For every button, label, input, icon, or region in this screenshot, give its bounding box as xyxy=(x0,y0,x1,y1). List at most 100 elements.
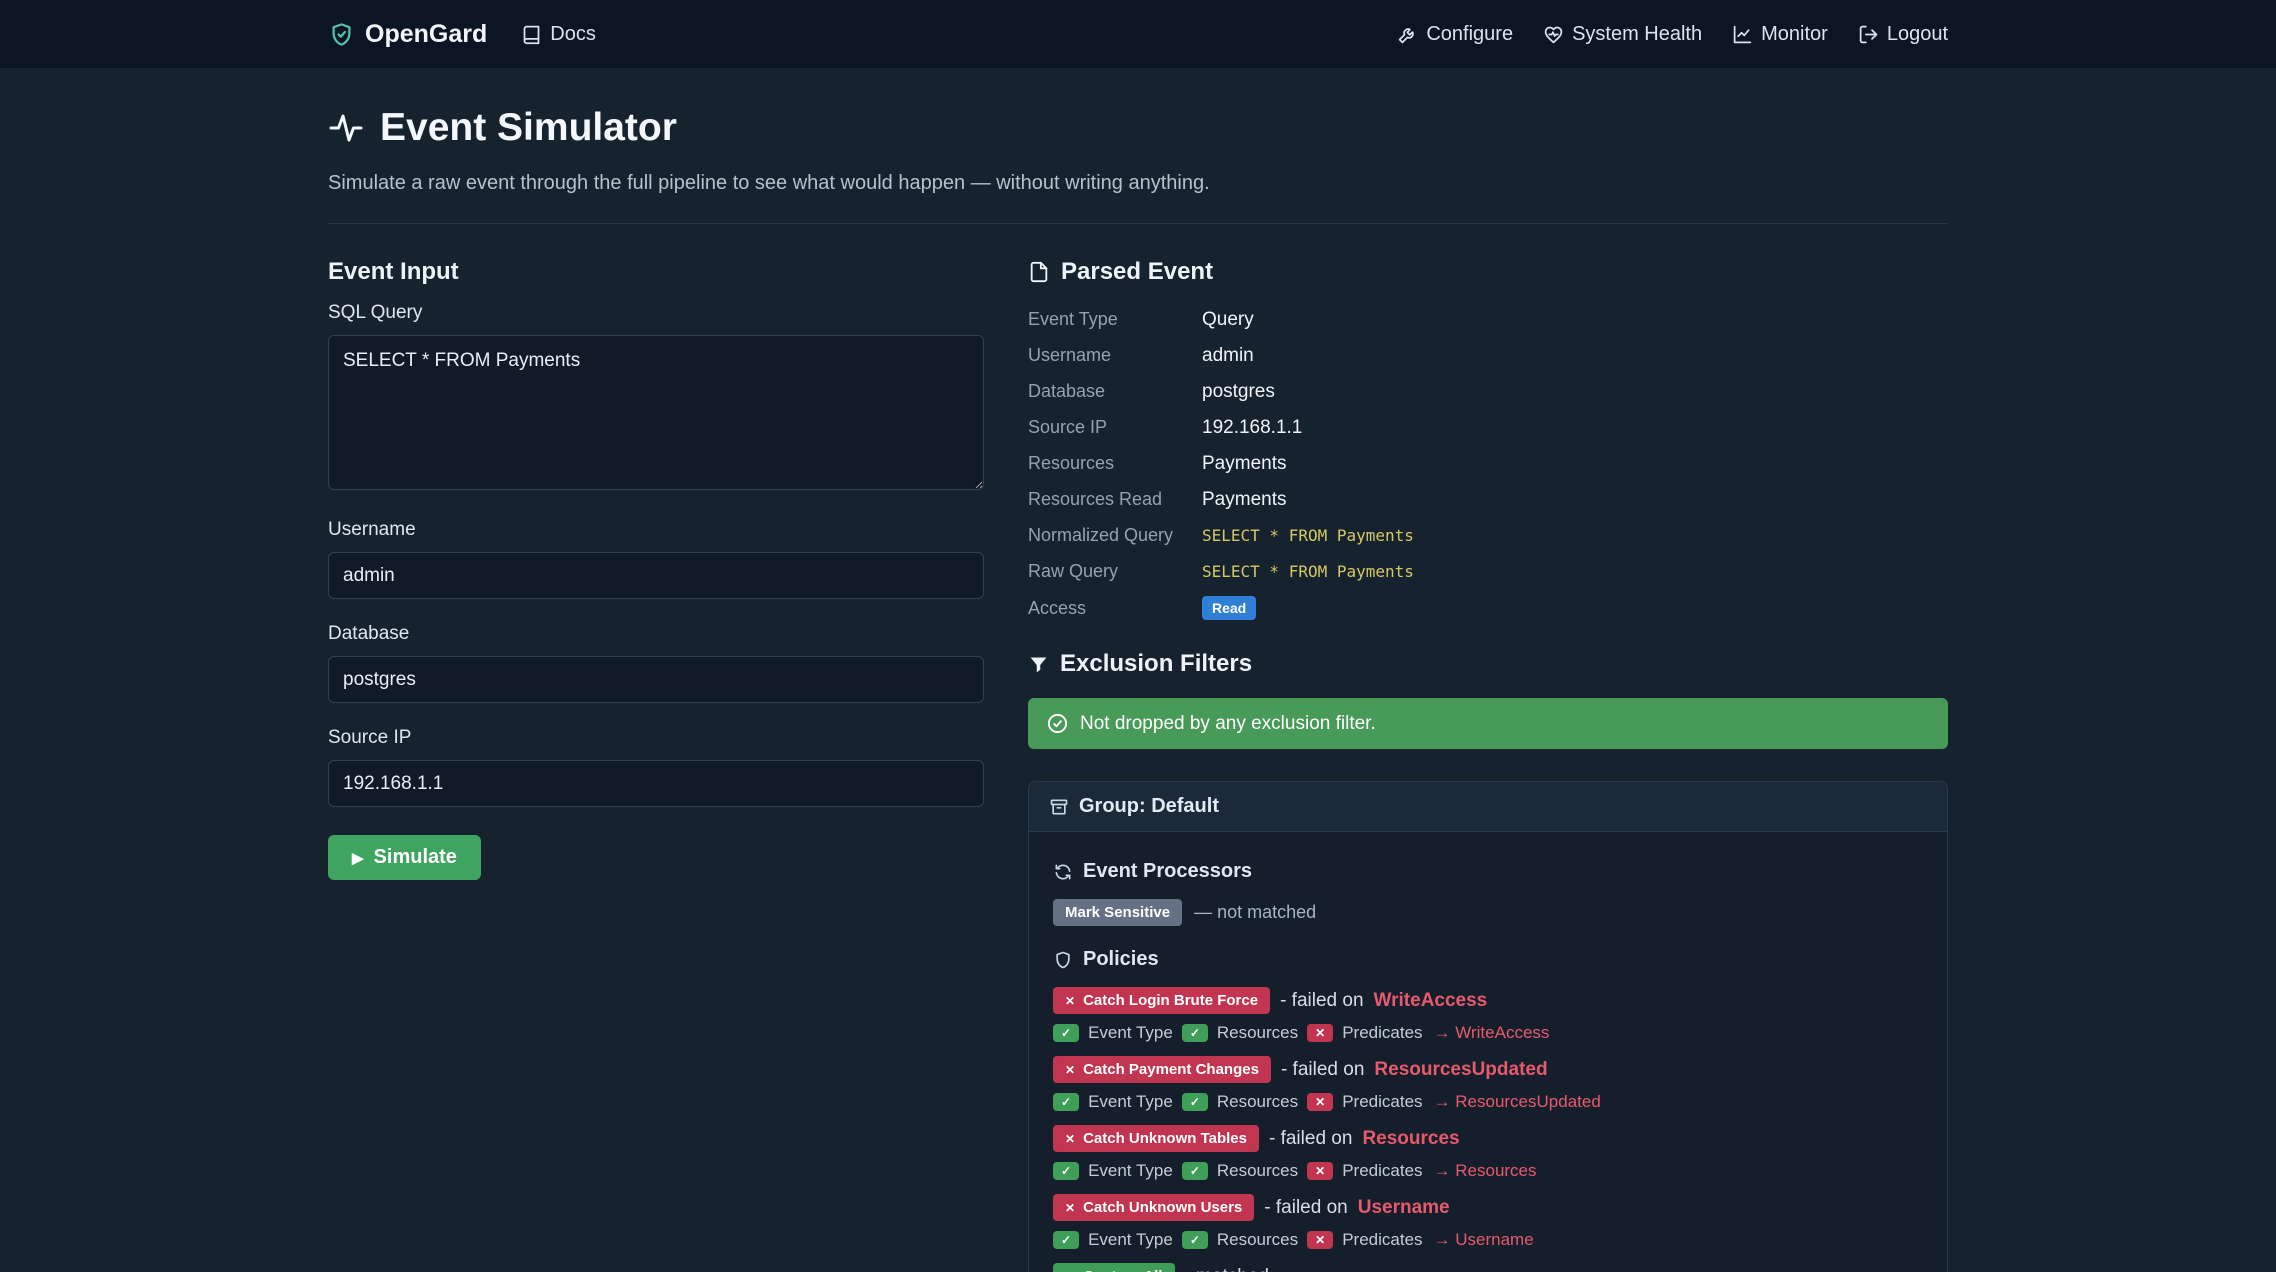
exclusion-banner-text: Not dropped by any exclusion filter. xyxy=(1080,713,1376,735)
check-pass-icon: ✓ xyxy=(1053,1231,1079,1249)
check-pass-icon: ✓ xyxy=(1182,1231,1208,1249)
book-icon xyxy=(521,24,542,45)
check-pass-icon: ✓ xyxy=(1182,1024,1208,1042)
cross-icon: ✕ xyxy=(1065,1063,1075,1077)
policies-heading: Policies xyxy=(1053,948,1923,971)
source-ip-label: Source IP xyxy=(328,727,984,749)
nav-logout[interactable]: Logout xyxy=(1858,23,1948,46)
username-input[interactable] xyxy=(328,552,984,599)
nav-docs[interactable]: Docs xyxy=(521,23,596,46)
nav-monitor[interactable]: Monitor xyxy=(1732,23,1828,46)
failed-on-target: WriteAccess xyxy=(1374,990,1488,1012)
nav-logout-label: Logout xyxy=(1887,23,1948,46)
navbar: OpenGard Docs Configure System Health xyxy=(0,0,2276,68)
simulate-button-label: Simulate xyxy=(374,846,457,869)
nav-system-health[interactable]: System Health xyxy=(1543,23,1702,46)
kv-row-event-type: Event Type Query xyxy=(1028,308,1948,331)
cross-icon: ✕ xyxy=(1065,994,1075,1008)
check-fail-icon: ✕ xyxy=(1307,1162,1333,1180)
failed-on-target: ResourcesUpdated xyxy=(1374,1059,1547,1081)
event-input-section: Event Input SQL Query SELECT * FROM Paym… xyxy=(328,258,984,880)
kv-row-source-ip: Source IP 192.168.1.1 xyxy=(1028,416,1948,439)
event-processors-heading: Event Processors xyxy=(1053,860,1923,883)
policy-badge-failed: ✕ Catch Payment Changes xyxy=(1053,1056,1271,1083)
file-icon xyxy=(1028,261,1050,283)
divider xyxy=(328,223,1948,224)
policy-row: ✓ Capture All - matched xyxy=(1053,1263,1923,1272)
funnel-icon xyxy=(1028,654,1049,675)
heart-pulse-icon xyxy=(1543,24,1564,45)
box-icon xyxy=(1049,797,1069,817)
policy-badge-matched: ✓ Capture All xyxy=(1053,1263,1175,1272)
check-circle-icon xyxy=(1046,712,1069,735)
kv-row-resources: Resources Payments xyxy=(1028,452,1948,475)
database-label: Database xyxy=(328,623,984,645)
policy-row: ✕ Catch Payment Changes - failed on Reso… xyxy=(1053,1056,1923,1112)
page-title: Event Simulator xyxy=(380,106,677,150)
parsed-event-heading: Parsed Event xyxy=(1028,258,1948,286)
nav-docs-label: Docs xyxy=(550,23,596,46)
kv-row-access: Access Read xyxy=(1028,596,1948,620)
processor-badge: Mark Sensitive xyxy=(1053,899,1182,926)
check-pass-icon: ✓ xyxy=(1182,1093,1208,1111)
policy-checks: ✓ Event Type ✓ Resources ✕ Predicates → … xyxy=(1053,1161,1923,1181)
check-pass-icon: ✓ xyxy=(1053,1093,1079,1111)
policy-row: ✕ Catch Unknown Tables - failed on Resou… xyxy=(1053,1125,1923,1181)
main-content: Event Simulator Simulate a raw event thr… xyxy=(328,106,1948,1272)
logout-icon xyxy=(1858,24,1879,45)
policy-checks: ✓ Event Type ✓ Resources ✕ Predicates → … xyxy=(1053,1230,1923,1250)
policy-row: ✕ Catch Unknown Users - failed on Userna… xyxy=(1053,1194,1923,1250)
arrow-target: → Username xyxy=(1434,1230,1534,1250)
brand-label: OpenGard xyxy=(365,20,487,49)
check-pass-icon: ✓ xyxy=(1182,1162,1208,1180)
group-card-header: Group: Default xyxy=(1029,782,1947,832)
policy-badge-failed: ✕ Catch Unknown Tables xyxy=(1053,1125,1259,1152)
kv-row-normalized-query: Normalized Query SELECT * FROM Payments xyxy=(1028,524,1948,547)
brand-link[interactable]: OpenGard xyxy=(328,20,487,49)
arrow-target: → WriteAccess xyxy=(1434,1023,1550,1043)
wrench-icon xyxy=(1397,24,1418,45)
shield-logo-icon xyxy=(328,21,355,48)
results-section: Parsed Event Event Type Query Username a… xyxy=(1028,258,1948,1272)
activity-icon xyxy=(328,110,364,146)
kv-row-database: Database postgres xyxy=(1028,380,1948,403)
failed-on-target: Username xyxy=(1358,1197,1450,1219)
policy-row: ✕ Catch Login Brute Force - failed on Wr… xyxy=(1053,987,1923,1043)
source-ip-input[interactable] xyxy=(328,760,984,807)
page-subtitle: Simulate a raw event through the full pi… xyxy=(328,172,1948,195)
policy-checks: ✓ Event Type ✓ Resources ✕ Predicates → … xyxy=(1053,1092,1923,1112)
cross-icon: ✕ xyxy=(1065,1132,1075,1146)
group-card: Group: Default Event Processors Mark Sen… xyxy=(1028,781,1948,1272)
access-badge: Read xyxy=(1202,596,1256,620)
policy-badge-failed: ✕ Catch Login Brute Force xyxy=(1053,987,1270,1014)
parsed-event-table: Event Type Query Username admin Database… xyxy=(1028,308,1948,620)
kv-row-username: Username admin xyxy=(1028,344,1948,367)
nav-system-health-label: System Health xyxy=(1572,23,1702,46)
simulate-button[interactable]: ▶ Simulate xyxy=(328,835,481,880)
refresh-icon xyxy=(1053,862,1073,882)
chart-icon xyxy=(1732,24,1753,45)
username-label: Username xyxy=(328,519,984,541)
check-fail-icon: ✕ xyxy=(1307,1231,1333,1249)
check-fail-icon: ✕ xyxy=(1307,1024,1333,1042)
processor-status: — not matched xyxy=(1194,902,1316,923)
policy-checks: ✓ Event Type ✓ Resources ✕ Predicates → … xyxy=(1053,1023,1923,1043)
check-pass-icon: ✓ xyxy=(1053,1162,1079,1180)
nav-configure-label: Configure xyxy=(1426,23,1513,46)
kv-row-resources-read: Resources Read Payments xyxy=(1028,488,1948,511)
cross-icon: ✕ xyxy=(1065,1201,1075,1215)
policy-badge-failed: ✕ Catch Unknown Users xyxy=(1053,1194,1254,1221)
sql-query-label: SQL Query xyxy=(328,302,984,324)
exclusion-filters-heading: Exclusion Filters xyxy=(1028,650,1948,678)
check-fail-icon: ✕ xyxy=(1307,1093,1333,1111)
exclusion-result-banner: Not dropped by any exclusion filter. xyxy=(1028,698,1948,749)
group-title: Group: Default xyxy=(1079,795,1219,818)
play-icon: ▶ xyxy=(352,849,364,867)
failed-on-target: Resources xyxy=(1362,1128,1459,1150)
sql-query-input[interactable]: SELECT * FROM Payments xyxy=(328,335,984,490)
processor-row: Mark Sensitive — not matched xyxy=(1053,899,1923,926)
database-input[interactable] xyxy=(328,656,984,703)
arrow-target: → ResourcesUpdated xyxy=(1434,1092,1601,1112)
nav-configure[interactable]: Configure xyxy=(1397,23,1513,46)
kv-row-raw-query: Raw Query SELECT * FROM Payments xyxy=(1028,560,1948,583)
